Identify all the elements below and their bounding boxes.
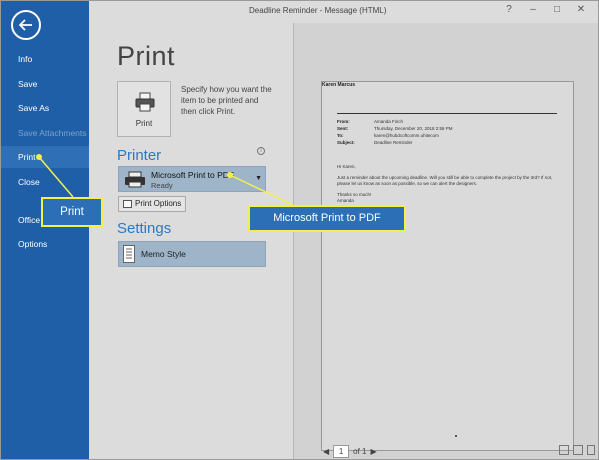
restore-button[interactable]: □: [550, 4, 564, 15]
sidebar-item-info[interactable]: Info: [1, 48, 89, 70]
printer-icon: [135, 92, 155, 112]
printer-device-icon: [125, 171, 145, 188]
page-title: Print: [117, 41, 176, 71]
preview-message-body: Hi Karen, Just a reminder about the upco…: [337, 164, 562, 204]
preview-header-label: To:: [337, 133, 344, 138]
preview-header-label: From:: [337, 119, 350, 124]
callout-print-label: Print: [41, 197, 103, 227]
preview-header-value: Amanda Finch: [374, 119, 404, 124]
memo-style-icon: [123, 245, 135, 263]
outlook-backstage-window: Info Save Save As Save Attachments Print…: [0, 0, 599, 460]
printer-status: Ready: [151, 181, 173, 190]
backstage-sidebar: Info Save Save As Save Attachments Print…: [1, 1, 89, 459]
print-options-button[interactable]: Print Options: [118, 196, 186, 212]
page-number-input[interactable]: 1: [333, 445, 350, 458]
preview-page-marker: [455, 435, 457, 437]
print-button[interactable]: Print: [117, 81, 171, 137]
callout-printer-label: Microsoft Print to PDF: [248, 205, 406, 232]
printer-dropdown[interactable]: Microsoft Print to PDF Ready ▼: [118, 166, 266, 192]
callout-anchor-dot: [227, 172, 233, 178]
multi-page-icon[interactable]: [587, 445, 595, 455]
info-icon[interactable]: i: [257, 147, 265, 155]
sidebar-item-options[interactable]: Options: [1, 233, 89, 255]
preview-header-value: Thursday, December 20, 2018 2:58 PM: [374, 126, 453, 131]
printer-name: Microsoft Print to PDF: [151, 170, 235, 180]
sidebar-item-print[interactable]: Print: [1, 146, 89, 168]
preview-header-value: Deadline Reminder: [374, 140, 413, 145]
close-window-button[interactable]: ✕: [574, 4, 588, 15]
next-page-icon[interactable]: ▶: [371, 447, 377, 456]
print-options-label: Print Options: [135, 199, 182, 208]
print-button-label: Print: [135, 119, 153, 128]
preview-header-label: Subject:: [337, 140, 355, 145]
title-bar: Deadline Reminder - Message (HTML) ? – □…: [89, 1, 598, 23]
prev-page-icon[interactable]: ◀: [323, 447, 329, 456]
minimize-button[interactable]: –: [526, 4, 540, 15]
preview-page: Karen Marcus From: Amanda Finch Sent: Th…: [321, 81, 574, 451]
preview-body-text: Just a reminder about the upcoming deadl…: [337, 175, 553, 186]
help-button[interactable]: ?: [502, 4, 516, 15]
preview-header-label: Sent:: [337, 126, 349, 131]
chevron-down-icon: ▼: [255, 175, 262, 182]
print-preview-pane: Karen Marcus From: Amanda Finch Sent: Th…: [293, 23, 598, 459]
preview-header-value: karen@hubdcoftcomm.uhitecom: [374, 133, 439, 138]
settings-heading: Settings: [117, 220, 172, 237]
preview-divider: [337, 113, 557, 114]
print-style-name: Memo Style: [141, 249, 186, 259]
sidebar-item-close[interactable]: Close: [1, 171, 89, 193]
preview-greeting: Hi Karen,: [337, 164, 356, 169]
preview-signature: Amanda: [337, 198, 354, 203]
fit-page-icon[interactable]: [573, 445, 583, 455]
callout-anchor-dot: [36, 154, 42, 160]
page-count: of 1: [353, 447, 367, 456]
sidebar-item-save[interactable]: Save: [1, 73, 89, 95]
actual-size-icon[interactable]: [559, 445, 569, 455]
print-options-icon: [123, 200, 132, 208]
preview-sender: Karen Marcus: [322, 82, 356, 88]
page-navigator: ◀ 1 of 1 ▶: [323, 445, 377, 458]
printer-heading: Printer: [117, 147, 162, 164]
window-title: Deadline Reminder - Message (HTML): [249, 6, 387, 15]
back-arrow-icon: [19, 19, 32, 31]
back-button[interactable]: [11, 10, 41, 40]
sidebar-item-save-attachments: Save Attachments: [18, 128, 87, 138]
print-description: Specify how you want the item to be prin…: [181, 85, 272, 116]
sidebar-item-save-as[interactable]: Save As: [1, 97, 89, 119]
print-style-dropdown[interactable]: Memo Style: [118, 241, 266, 267]
